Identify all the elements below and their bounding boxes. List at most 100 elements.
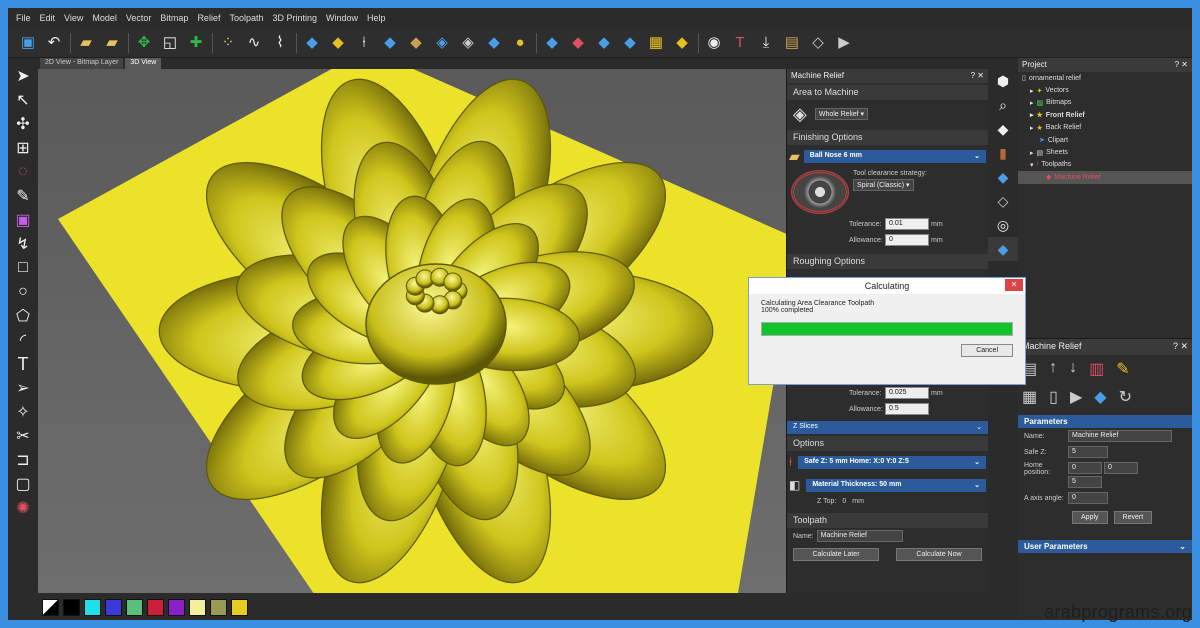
brush-icon[interactable]: ✎: [8, 184, 38, 208]
simulate-icon[interactable]: ◇: [808, 33, 828, 53]
magic-icon[interactable]: ✧: [8, 400, 38, 424]
relief-blue-icon[interactable]: ◆: [542, 33, 562, 53]
calculator-icon[interactable]: ◉: [704, 33, 724, 53]
relief-shape-icon[interactable]: ◆: [302, 33, 322, 53]
tree-item-front-relief[interactable]: ▸ ★ Front Relief: [1018, 109, 1192, 121]
material-block-icon[interactable]: ▮: [988, 141, 1018, 165]
safe-z-bar[interactable]: Safe Z: 5 mm Home: X:0 Y:0 Z:5 ⌄: [798, 456, 986, 469]
spline-icon[interactable]: ⌇: [270, 33, 290, 53]
move-down-icon[interactable]: ↓: [1069, 359, 1077, 379]
clearance-select[interactable]: Spiral (Classic) ▾: [853, 179, 914, 191]
relief-color-icon[interactable]: ◆: [328, 33, 348, 53]
menu-vector[interactable]: Vector: [126, 13, 152, 23]
project-close-icon[interactable]: ? ✕: [1175, 60, 1188, 70]
import-folder-icon[interactable]: ▰: [102, 33, 122, 53]
relief-plane-icon[interactable]: ◆: [620, 33, 640, 53]
relief-sculpt-icon[interactable]: ◆: [484, 33, 504, 53]
save-icon[interactable]: ▣: [18, 33, 38, 53]
pin-icon[interactable]: ⍿: [354, 33, 374, 53]
layer-icon[interactable]: ◆: [988, 237, 1018, 261]
transform-icon[interactable]: ✣: [8, 112, 38, 136]
simulate-toolpath-icon[interactable]: ▶: [1070, 387, 1082, 407]
scale-icon[interactable]: ◱: [160, 33, 180, 53]
menu-help[interactable]: Help: [367, 13, 386, 23]
dialog-close-icon[interactable]: ✕: [1005, 279, 1023, 291]
wire-icon[interactable]: ◇: [988, 189, 1018, 213]
move-icon[interactable]: ✥: [134, 33, 154, 53]
select-arrow-icon[interactable]: ➤: [8, 64, 38, 88]
move-up-icon[interactable]: ↑: [1049, 359, 1057, 379]
cancel-button[interactable]: Cancel: [961, 344, 1013, 357]
calc-icon[interactable]: ▦: [1022, 387, 1037, 407]
plane-icon[interactable]: ◆: [988, 117, 1018, 141]
calculate-later-button[interactable]: Calculate Later: [793, 548, 879, 561]
palette-swatch[interactable]: [210, 599, 227, 616]
tree-item-machine-relief[interactable]: ◆ Machine Relief: [1018, 171, 1192, 184]
tab-3d-view[interactable]: 3D View: [125, 58, 162, 69]
palette-swatch[interactable]: [105, 599, 122, 616]
relief-zero-icon[interactable]: ◆: [594, 33, 614, 53]
tree-item-toolpaths[interactable]: ▾ ⍿ Toolpaths: [1018, 159, 1192, 171]
home-z-input[interactable]: 5: [1068, 476, 1102, 488]
trim-icon[interactable]: ✂: [8, 424, 38, 448]
palette-swatch[interactable]: [147, 599, 164, 616]
rotate-icon[interactable]: ↻: [1119, 387, 1132, 407]
parameters-header[interactable]: Parameters: [1018, 415, 1192, 428]
circle-icon[interactable]: ○: [8, 280, 38, 304]
delete-icon[interactable]: ▥: [1089, 359, 1104, 379]
palette-swatch[interactable]: [168, 599, 185, 616]
menu-file[interactable]: File: [16, 13, 31, 23]
node-select-icon[interactable]: ↖: [8, 88, 38, 112]
vector-arrow-icon[interactable]: ➢: [8, 376, 38, 400]
undo-icon[interactable]: ↶: [44, 33, 64, 53]
menu-edit[interactable]: Edit: [40, 13, 56, 23]
text-tool-icon[interactable]: T: [730, 33, 750, 53]
tool-folder-icon[interactable]: ▰: [789, 148, 800, 165]
menu-model[interactable]: Model: [92, 13, 117, 23]
relief-yellow-icon[interactable]: ◆: [672, 33, 692, 53]
menu-view[interactable]: View: [64, 13, 83, 23]
tree-item-sheets[interactable]: ▸ ▤ Sheets: [1018, 146, 1192, 158]
menu-3d-printing[interactable]: 3D Printing: [272, 13, 317, 23]
revert-button[interactable]: Revert: [1113, 511, 1153, 524]
finishing-tool-select[interactable]: Ball Nose 6 mm ⌄: [803, 150, 986, 163]
tree-item-root[interactable]: ▯ ornamental relief: [1018, 72, 1192, 84]
toolpath-icon[interactable]: ▤: [782, 33, 802, 53]
menu-bitmap[interactable]: Bitmap: [160, 13, 188, 23]
prop-axis-input[interactable]: 0: [1068, 492, 1108, 504]
rough-tolerance-input[interactable]: 0.025: [885, 387, 929, 399]
3d-viewport[interactable]: [38, 69, 786, 593]
tree-item-vectors[interactable]: ▸ ✦ Vectors: [1018, 84, 1192, 96]
palette-swatch[interactable]: [189, 599, 206, 616]
tab-2d-view[interactable]: 2D View - Bitmap Layer: [40, 58, 124, 69]
tree-item-back-relief[interactable]: ▸ ★ Back Relief: [1018, 122, 1192, 134]
tolerance-input[interactable]: 0.01: [885, 218, 929, 230]
menu-window[interactable]: Window: [326, 13, 358, 23]
polygon-icon[interactable]: ⬠: [8, 304, 38, 328]
bracket-icon[interactable]: ⊐: [8, 448, 38, 472]
rotate-view-icon[interactable]: ◎: [988, 213, 1018, 237]
arc-icon[interactable]: ◜: [8, 328, 38, 352]
menu-relief[interactable]: Relief: [197, 13, 220, 23]
block-icon[interactable]: ◆: [1094, 387, 1106, 407]
relief-red-icon[interactable]: ◆: [568, 33, 588, 53]
props-close-icon[interactable]: ? ✕: [1173, 341, 1188, 353]
sheet-icon[interactable]: ▯: [1049, 387, 1058, 407]
texture-icon[interactable]: ▦: [646, 33, 666, 53]
play-icon[interactable]: ▶: [834, 33, 854, 53]
open-folder-icon[interactable]: ▰: [76, 33, 96, 53]
star-icon[interactable]: ✺: [8, 496, 38, 520]
palette-swatch[interactable]: [84, 599, 101, 616]
prop-safez-input[interactable]: 5: [1068, 446, 1108, 458]
palette-swatch[interactable]: [63, 599, 80, 616]
home-y-input[interactable]: 0: [1104, 462, 1138, 474]
grid-icon[interactable]: ⊞: [8, 136, 38, 160]
relief-merge-icon[interactable]: ◆: [406, 33, 426, 53]
allowance-input[interactable]: 0: [885, 234, 929, 246]
palette-swatch[interactable]: [231, 599, 248, 616]
box-icon[interactable]: ◆: [988, 165, 1018, 189]
node-edit-icon[interactable]: ⁘: [218, 33, 238, 53]
home-x-input[interactable]: 0: [1068, 462, 1102, 474]
download-icon[interactable]: ⤓: [756, 33, 776, 53]
relief-offset-icon[interactable]: ◈: [432, 33, 452, 53]
